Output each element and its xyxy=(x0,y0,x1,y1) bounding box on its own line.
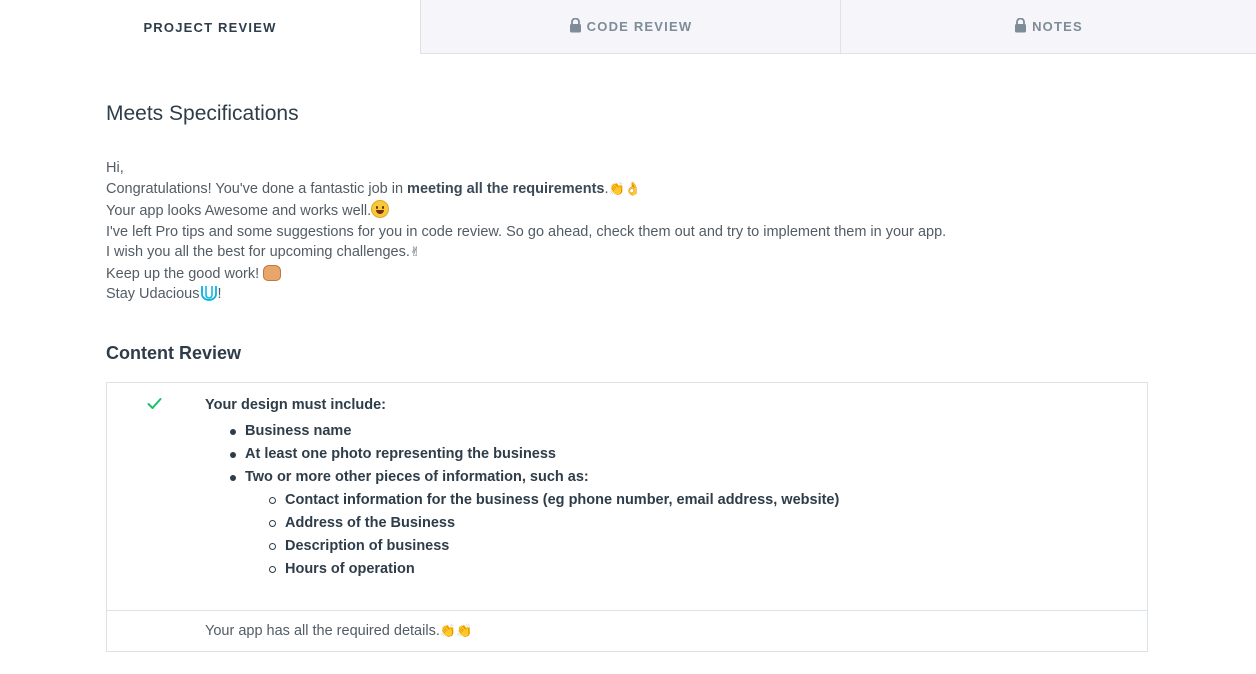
message-text: Your app looks Awesome and works well. xyxy=(106,203,372,219)
message-line: Congratulations! You've done a fantastic… xyxy=(106,179,1106,201)
message-line: I wish you all the best for upcoming cha… xyxy=(106,242,1106,264)
divider xyxy=(107,610,1147,611)
tab-label: NOTES xyxy=(1032,19,1083,34)
review-status-title: Meets Specifications xyxy=(106,102,299,125)
sub-list-item: Description of business xyxy=(205,535,1005,558)
reviewer-message: Hi, Congratulations! You've done a fanta… xyxy=(106,158,1106,308)
tab-project-review[interactable]: PROJECT REVIEW xyxy=(0,0,420,54)
clap-emoji-icon: 👏👏 xyxy=(439,624,473,639)
message-line: Your app looks Awesome and works well. xyxy=(106,200,1106,222)
lock-icon xyxy=(1014,17,1027,36)
review-tabs: PROJECT REVIEW CODE REVIEW NOTES xyxy=(0,0,1256,54)
tab-label: PROJECT REVIEW xyxy=(143,19,277,35)
message-line: Keep up the good work! xyxy=(106,264,1106,285)
message-emphasis: meeting all the requirements xyxy=(407,180,605,197)
check-icon xyxy=(147,397,162,415)
sub-list-item: Hours of operation xyxy=(205,558,1005,581)
content-review-heading: Content Review xyxy=(106,343,242,363)
message-text: Congratulations! You've done a fantastic… xyxy=(106,180,408,197)
message-line: Hi, xyxy=(106,158,1106,179)
sub-list-item: Contact information for the business (eg… xyxy=(205,489,1005,512)
list-item: Two or more other pieces of information,… xyxy=(205,466,1005,489)
clap-ok-emoji-icon: 👏👌 xyxy=(608,181,641,197)
victory-hand-emoji-icon: ✌ xyxy=(409,245,421,260)
message-text: Stay Udacious xyxy=(106,286,200,302)
message-text: I've left Pro tips and some suggestions … xyxy=(106,223,947,240)
criteria-title: Your design must include: xyxy=(205,397,386,413)
rubric-item-card: Your design must include: Business name … xyxy=(106,382,1148,652)
message-text: I wish you all the best for upcoming cha… xyxy=(106,244,410,260)
message-line: Stay Udacious! xyxy=(106,284,1106,308)
tab-notes[interactable]: NOTES xyxy=(840,0,1256,54)
lock-icon xyxy=(569,17,582,36)
tab-label: CODE REVIEW xyxy=(586,19,693,34)
message-text: Hi, xyxy=(106,160,124,176)
reviewer-comment: Your app has all the required details.👏👏 xyxy=(205,623,472,639)
criteria-list: Business name At least one photo represe… xyxy=(205,420,1005,581)
comment-text: Your app has all the required details. xyxy=(205,623,440,639)
sub-list-item: Address of the Business xyxy=(205,512,1005,535)
smile-emoji-icon xyxy=(371,200,390,218)
rubric-item-body: Your design must include: Business name … xyxy=(107,383,1147,611)
list-item: At least one photo representing the busi… xyxy=(205,443,1005,466)
message-text: Keep up the good work! xyxy=(106,265,264,282)
fist-bump-emoji-icon xyxy=(263,264,282,281)
list-item: Business name xyxy=(205,420,1005,443)
criteria-text: Your design must include: Business name … xyxy=(205,395,839,577)
message-line: I've left Pro tips and some suggestions … xyxy=(106,222,1106,243)
tab-code-review[interactable]: CODE REVIEW xyxy=(420,0,840,54)
message-text: ! xyxy=(217,286,222,302)
udacity-logo-icon xyxy=(200,284,218,308)
